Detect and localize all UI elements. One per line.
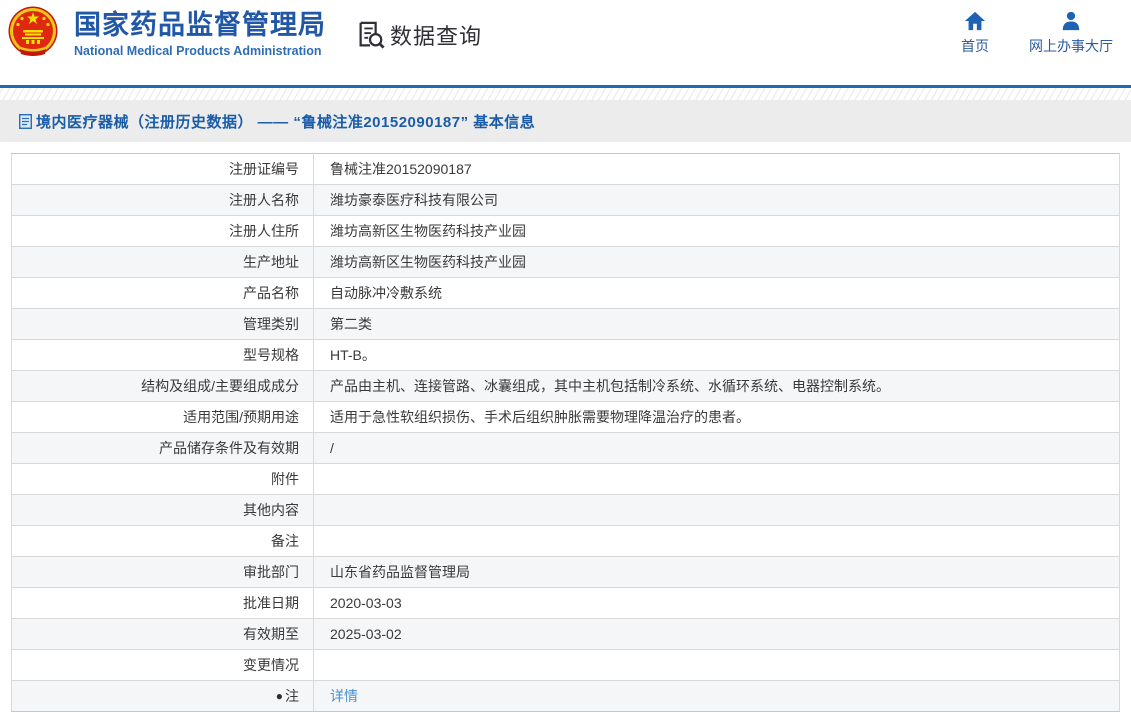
table-row: 生产地址 潍坊高新区生物医药科技产业园 [11, 246, 1120, 278]
table-row: 型号规格 HT-B。 [11, 339, 1120, 371]
table-row: 变更情况 [11, 649, 1120, 681]
row-label: 附件 [11, 463, 314, 495]
row-value: 自动脉冲冷敷系统 [313, 277, 1120, 309]
row-value: 潍坊豪泰医疗科技有限公司 [313, 184, 1120, 216]
table-row: 注册人住所 潍坊高新区生物医药科技产业园 [11, 215, 1120, 247]
row-value: 山东省药品监督管理局 [313, 556, 1120, 588]
table-row: 附件 [11, 463, 1120, 495]
note-icon: ● [275, 689, 283, 703]
row-label-text: 有效期至 [243, 626, 299, 642]
row-label: 备注 [11, 525, 314, 557]
site-brand: 国家药品监督管理局 National Medical Products Admi… [74, 10, 326, 58]
header-nav: 首页 网上办事大厅 [961, 10, 1113, 56]
page-title-band: 境内医疗器械（注册历史数据） —— “鲁械注准20152090187” 基本信息 [0, 100, 1131, 142]
nav-home-label: 首页 [961, 38, 989, 54]
table-row: 管理类别 第二类 [11, 308, 1120, 340]
table-row: 适用范围/预期用途 适用于急性软组织损伤、手术后组织肿胀需要物理降温治疗的患者。 [11, 401, 1120, 433]
row-label: 管理类别 [11, 308, 314, 340]
row-label: 生产地址 [11, 246, 314, 278]
row-label: 审批部门 [11, 556, 314, 588]
table-row: 批准日期 2020-03-03 [11, 587, 1120, 619]
table-row: 审批部门 山东省药品监督管理局 [11, 556, 1120, 588]
site-title-en: National Medical Products Administration [74, 43, 322, 58]
row-value [313, 525, 1120, 557]
table-row: 其他内容 [11, 494, 1120, 526]
page-title: 境内医疗器械（注册历史数据） —— “鲁械注准20152090187” 基本信息 [36, 113, 536, 131]
stripe-band [0, 88, 1131, 100]
user-icon [1062, 11, 1080, 31]
table-row: 结构及组成/主要组成成分 产品由主机、连接管路、冰囊组成，其中主机包括制冷系统、水… [11, 370, 1120, 402]
row-label: 注册人住所 [11, 215, 314, 247]
row-label-text: 生产地址 [243, 254, 299, 270]
table-row: 产品储存条件及有效期 / [11, 432, 1120, 464]
row-label: 产品储存条件及有效期 [11, 432, 314, 464]
nav-service-hall[interactable]: 网上办事大厅 [1029, 10, 1113, 56]
data-query-label: 数据查询 [390, 24, 483, 49]
table-row: 注册人名称 潍坊豪泰医疗科技有限公司 [11, 184, 1120, 216]
row-value [313, 463, 1120, 495]
row-label-text: 型号规格 [243, 347, 299, 363]
row-value: 2025-03-02 [313, 618, 1120, 650]
row-value: 鲁械注准20152090187 [313, 153, 1120, 185]
row-value [313, 649, 1120, 681]
registration-table: 注册证编号 鲁械注准20152090187 注册人名称 潍坊豪泰医疗科技有限公司 注册人… [11, 153, 1120, 712]
row-value: 潍坊高新区生物医药科技产业园 [313, 215, 1120, 247]
row-label: ● 注 [11, 680, 314, 712]
data-query-section[interactable]: 数据查询 [355, 19, 482, 51]
details-link[interactable]: 详情 [330, 688, 358, 704]
row-label-text: 注册证编号 [229, 161, 299, 177]
table-row: 备注 [11, 525, 1120, 557]
row-label-text: 结构及组成/主要组成成分 [141, 378, 299, 394]
row-label: 适用范围/预期用途 [11, 401, 314, 433]
row-label: 型号规格 [11, 339, 314, 371]
row-value: / [313, 432, 1120, 464]
row-label-text: 注册人名称 [229, 192, 299, 208]
row-label-text: 产品储存条件及有效期 [159, 440, 299, 456]
table-row: 注册证编号 鲁械注准20152090187 [11, 153, 1120, 185]
row-label: 结构及组成/主要组成成分 [11, 370, 314, 402]
row-label: 变更情况 [11, 649, 314, 681]
row-value: 潍坊高新区生物医药科技产业园 [313, 246, 1120, 278]
row-label-text: 注册人住所 [229, 223, 299, 239]
row-label-text: 管理类别 [243, 316, 299, 332]
row-label: 批准日期 [11, 587, 314, 619]
data-query-icon [359, 21, 385, 49]
home-icon [964, 11, 986, 31]
nav-home[interactable]: 首页 [961, 10, 989, 56]
row-label-text: 产品名称 [243, 285, 299, 301]
row-value: HT-B。 [313, 339, 1120, 371]
row-label-text: 附件 [271, 471, 299, 487]
site-header: 国家药品监督管理局 National Medical Products Admi… [0, 0, 1131, 85]
row-value: 产品由主机、连接管路、冰囊组成，其中主机包括制冷系统、水循环系统、电器控制系统。 [313, 370, 1120, 402]
table-row: 有效期至 2025-03-02 [11, 618, 1120, 650]
row-label-text: 备注 [271, 533, 299, 549]
row-label: 注册证编号 [11, 153, 314, 185]
row-label-text: 审批部门 [243, 564, 299, 580]
row-label-text: 变更情况 [243, 657, 299, 673]
row-label-text: 注 [285, 688, 299, 704]
site-title-cn: 国家药品监督管理局 [74, 10, 326, 40]
document-icon [19, 113, 32, 129]
row-label: 有效期至 [11, 618, 314, 650]
row-value: 第二类 [313, 308, 1120, 340]
nav-service-hall-label: 网上办事大厅 [1029, 38, 1113, 54]
row-value: 适用于急性软组织损伤、手术后组织肿胀需要物理降温治疗的患者。 [313, 401, 1120, 433]
table-row: ● 注详情 [11, 680, 1120, 712]
row-label-text: 批准日期 [243, 595, 299, 611]
row-value: 详情 [313, 680, 1120, 712]
row-label-text: 其他内容 [243, 502, 299, 518]
national-emblem-logo [8, 6, 58, 56]
row-value [313, 494, 1120, 526]
row-label-text: 适用范围/预期用途 [183, 409, 299, 425]
row-label: 其他内容 [11, 494, 314, 526]
row-label: 产品名称 [11, 277, 314, 309]
registration-table-body: 注册证编号 鲁械注准20152090187 注册人名称 潍坊豪泰医疗科技有限公司 注册人… [11, 153, 1120, 712]
registration-info: 注册证编号 鲁械注准20152090187 注册人名称 潍坊豪泰医疗科技有限公司 注册人… [0, 142, 1131, 712]
row-label: 注册人名称 [11, 184, 314, 216]
table-row: 产品名称 自动脉冲冷敷系统 [11, 277, 1120, 309]
row-value: 2020-03-03 [313, 587, 1120, 619]
